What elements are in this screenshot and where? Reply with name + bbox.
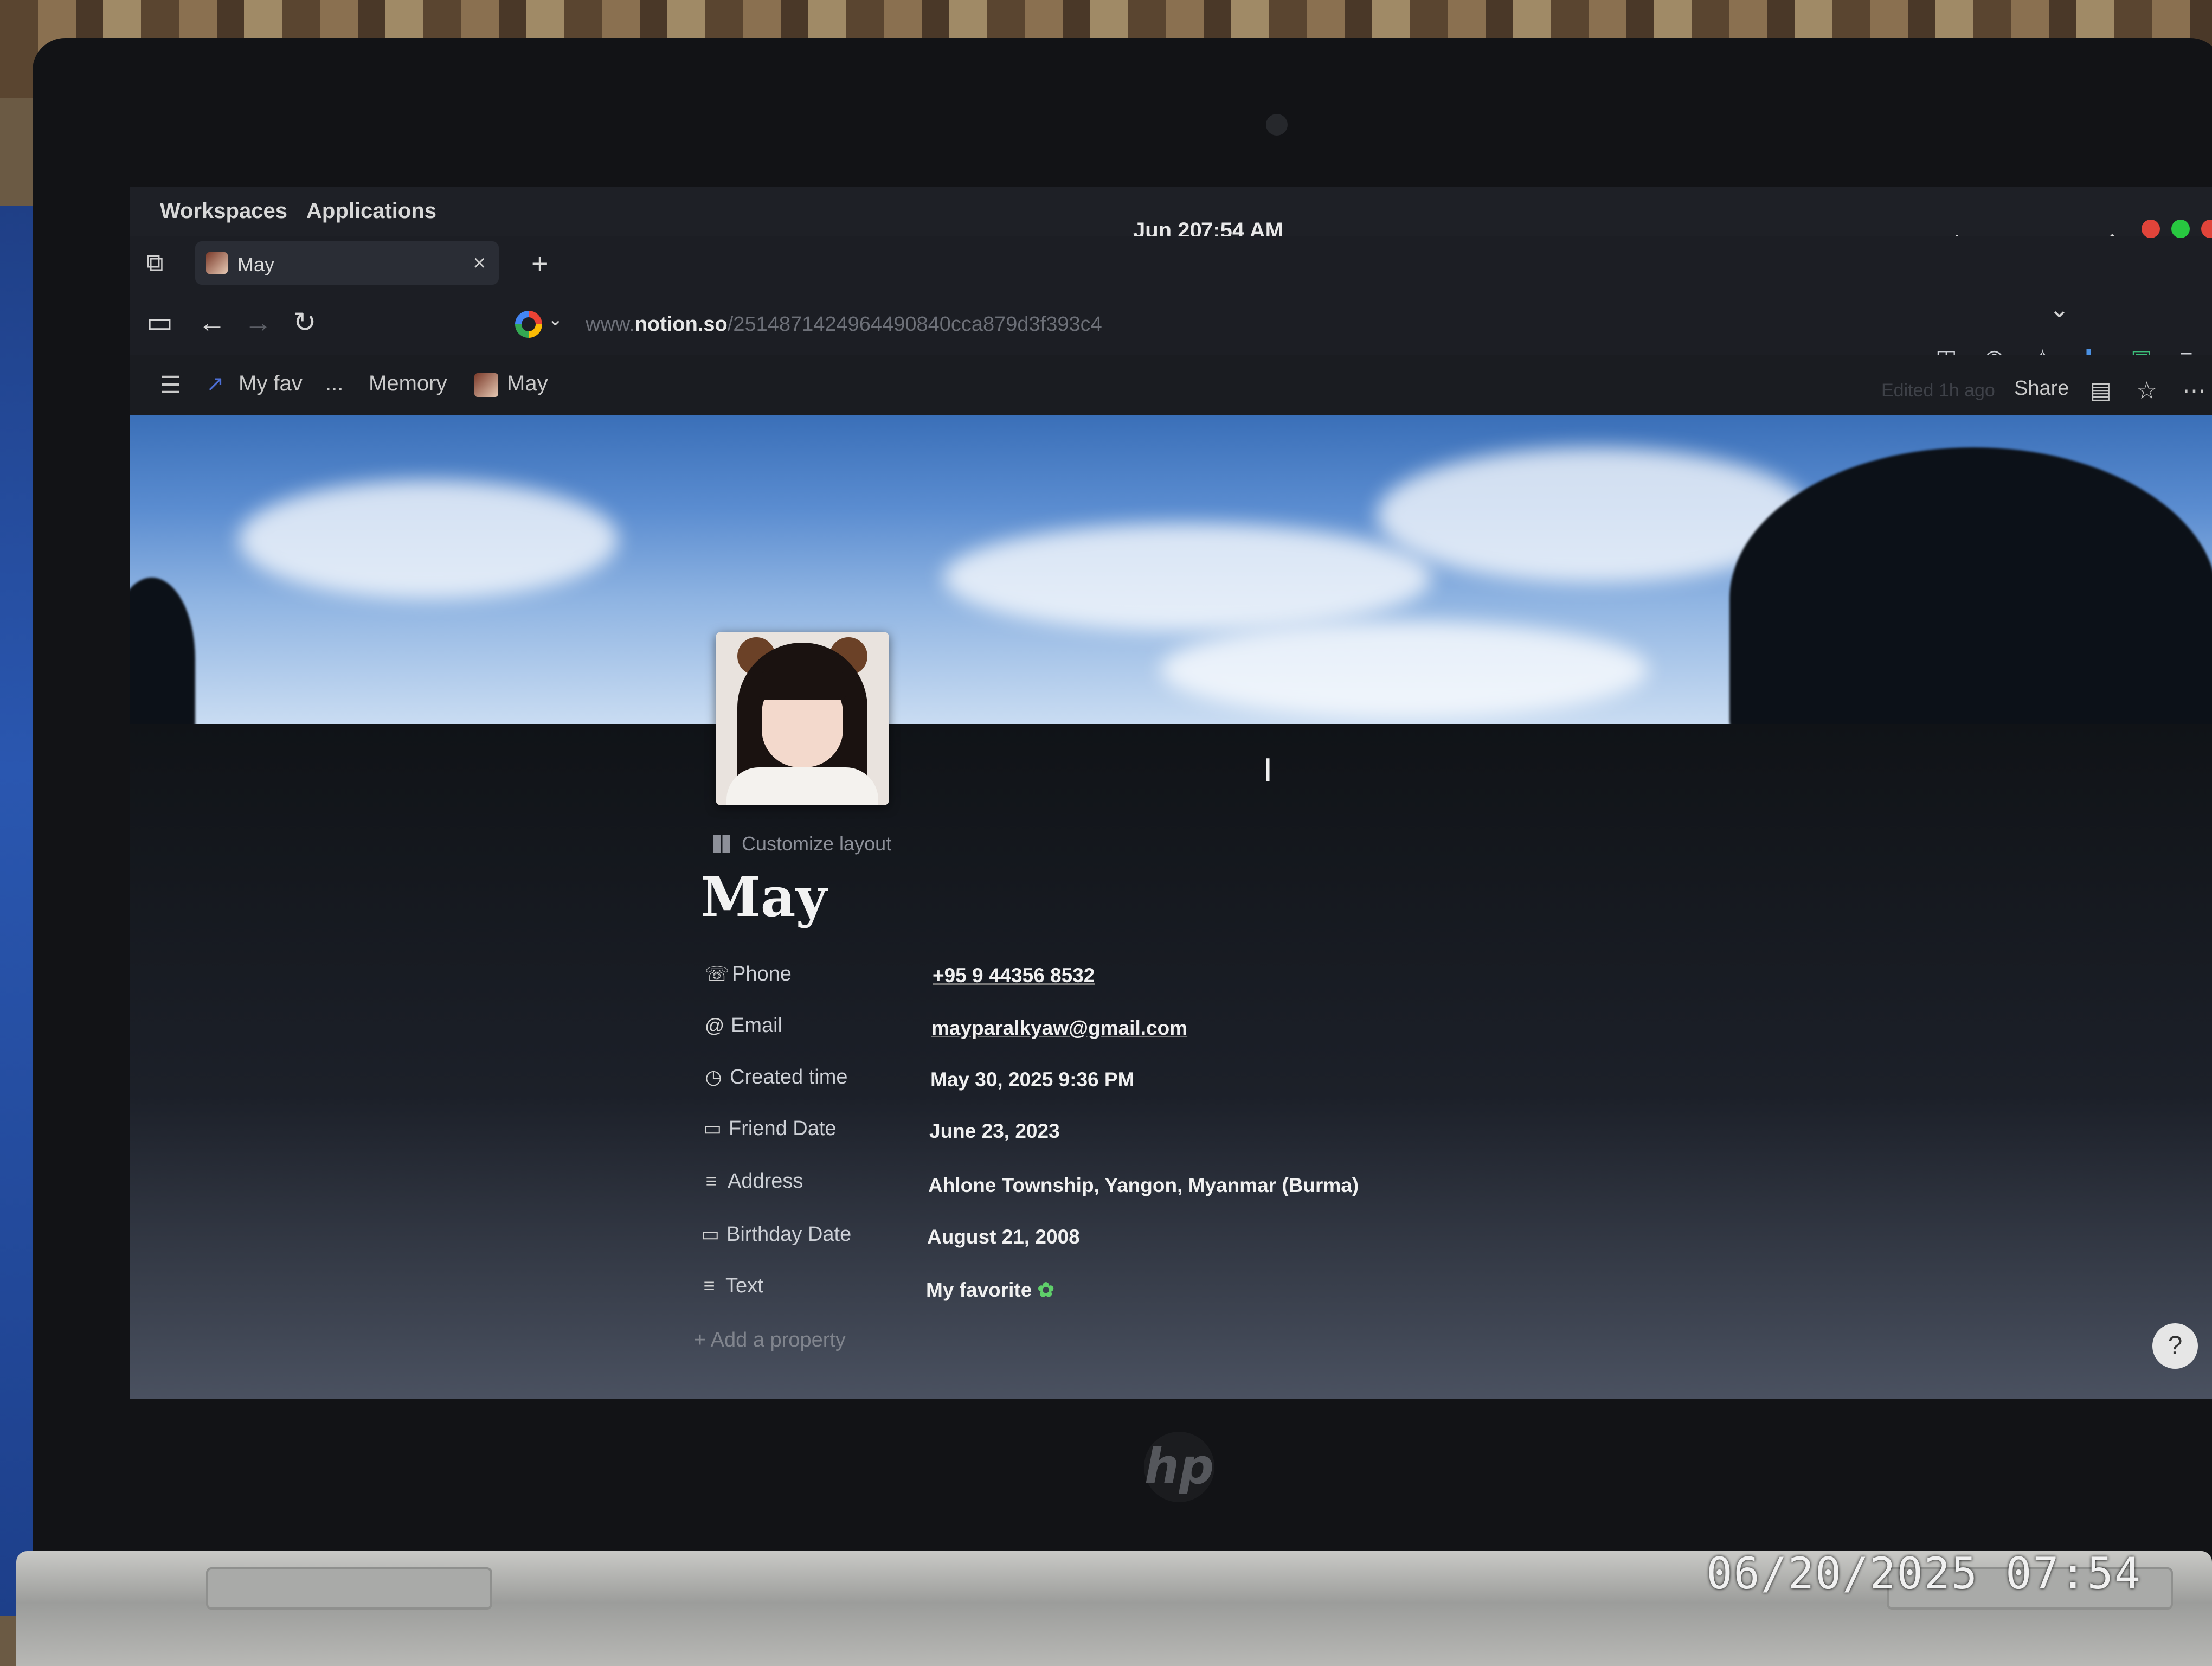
property-value-text[interactable]: My favorite ✿	[926, 1278, 1054, 1302]
laptop-hinge-left	[206, 1567, 492, 1610]
chevron-down-icon[interactable]: ⌄	[548, 309, 563, 330]
breadcrumb-may[interactable]: May	[507, 371, 548, 396]
notion-menu-icon[interactable]: ☰	[160, 371, 181, 399]
more-options-icon[interactable]: ⋯	[2182, 377, 2206, 405]
property-value-birthday-date[interactable]: August 21, 2008	[927, 1226, 1080, 1248]
maximize-window-button[interactable]	[2171, 220, 2190, 238]
property-label-birthday-date[interactable]: Birthday Date	[726, 1223, 851, 1246]
page-body	[130, 724, 2212, 1399]
calendar-icon: ▭	[700, 1223, 719, 1245]
palm-tree-silhouette	[1729, 447, 2212, 751]
url-domain: notion.so	[634, 313, 728, 336]
comments-icon[interactable]: ▤	[2090, 377, 2112, 403]
sidebar-toggle-icon[interactable]: ▭	[146, 306, 173, 339]
breadcrumb-memory[interactable]: Memory	[369, 371, 447, 396]
text-lines-icon: ≡	[703, 1274, 715, 1297]
new-tab-button[interactable]: +	[531, 247, 549, 280]
property-label-created-time[interactable]: Created time	[730, 1066, 848, 1089]
tab-overview-icon[interactable]: ⧉	[146, 249, 163, 277]
hp-logo: hp	[1144, 1432, 1214, 1502]
add-property-label: Add a property	[710, 1329, 846, 1351]
property-label-email[interactable]: Email	[731, 1014, 782, 1037]
page-icon-photo[interactable]	[716, 632, 889, 805]
laptop-screen: Workspaces Applications Jun 20 7:54 AM ▣…	[130, 187, 2212, 1399]
tab-may[interactable]: May ×	[195, 241, 499, 285]
property-value-created-time: May 30, 2025 9:36 PM	[930, 1068, 1135, 1091]
property-label-text[interactable]: Text	[725, 1274, 763, 1298]
add-property-button[interactable]: + Add a property	[694, 1329, 846, 1352]
photo-shirt	[726, 767, 878, 805]
tabs-dropdown-icon[interactable]: ⌄	[2049, 296, 2069, 323]
back-arrow-icon[interactable]: ←	[198, 306, 226, 339]
tab-title: May	[237, 253, 275, 275]
property-value-phone[interactable]: +95 9 44356 8532	[933, 964, 1095, 987]
four-leaf-clover-icon: ✿	[1037, 1279, 1054, 1301]
breadcrumb-ellipsis[interactable]: ...	[325, 371, 343, 396]
customize-layout-button[interactable]: Customize layout	[742, 832, 891, 855]
share-button[interactable]: Share	[2014, 377, 2069, 400]
text-cursor-icon: I	[1263, 752, 1273, 789]
address-bar[interactable]: ⌄ www.notion.so/2514871424964490840cca87…	[510, 303, 2028, 347]
edited-status: Edited 1h ago	[1881, 380, 1995, 401]
page-title[interactable]: May	[700, 865, 827, 929]
url-path: /2514871424964490840cca879d3f393c4	[727, 313, 1102, 336]
camera-timestamp: 06/20/2025 07:54	[1706, 1548, 2142, 1599]
property-value-friend-date[interactable]: June 23, 2023	[929, 1120, 1060, 1143]
notion-ai-help-icon[interactable]: ?	[2152, 1323, 2198, 1369]
cloud	[943, 523, 1431, 632]
close-window-button[interactable]	[2142, 220, 2160, 238]
url-prefix: www.	[586, 313, 635, 336]
property-value-address[interactable]: Ahlone Township, Yangon, Myanmar (Burma)	[928, 1174, 1359, 1197]
reload-icon[interactable]: ↻	[293, 306, 317, 339]
photo-bangs	[759, 670, 846, 700]
workspaces-menu[interactable]: Workspaces	[160, 199, 287, 223]
close-tab-icon[interactable]: ×	[473, 251, 486, 275]
text-lines-icon: ≡	[705, 1170, 717, 1192]
property-label-address[interactable]: Address	[728, 1170, 803, 1193]
plus-icon: +	[694, 1329, 711, 1351]
property-label-friend-date[interactable]: Friend Date	[729, 1117, 837, 1140]
layout-icon	[713, 835, 730, 853]
cloud	[239, 480, 618, 599]
property-value-text-label: My favorite	[926, 1279, 1032, 1301]
notion-topbar: ☰ ↗ My fav ... Memory May Edited 1h ago …	[130, 355, 2212, 415]
property-value-email[interactable]: mayparalkyaw@gmail.com	[931, 1017, 1187, 1040]
tab-favicon	[206, 252, 228, 274]
cloud	[1160, 621, 1648, 719]
phone-icon: ☏	[705, 963, 730, 985]
applications-menu[interactable]: Applications	[306, 199, 436, 223]
forward-arrow-icon[interactable]: →	[244, 306, 272, 339]
breadcrumb-link-icon: ↗	[206, 372, 224, 396]
property-label-phone[interactable]: Phone	[732, 963, 792, 986]
at-sign-icon: @	[704, 1014, 725, 1036]
webcam	[1266, 114, 1288, 136]
browser-nav-bar: ▭ ← → ↻ ⌄ www.notion.so/2514871424964490…	[130, 296, 2212, 355]
google-icon[interactable]	[515, 311, 542, 338]
breadcrumb-page-icon	[474, 373, 498, 397]
palm-leaf-silhouette	[130, 578, 195, 740]
calendar-icon: ▭	[703, 1117, 722, 1139]
browser-tab-bar: ⧉ May × +	[130, 236, 2212, 296]
star-icon[interactable]: ☆	[2136, 377, 2157, 405]
clock-icon: ◷	[705, 1066, 722, 1088]
page-cover-image[interactable]	[130, 415, 2212, 751]
breadcrumb-my-fav[interactable]: My fav	[239, 371, 303, 396]
url-text[interactable]: www.notion.so/2514871424964490840cca879d…	[586, 313, 1102, 336]
